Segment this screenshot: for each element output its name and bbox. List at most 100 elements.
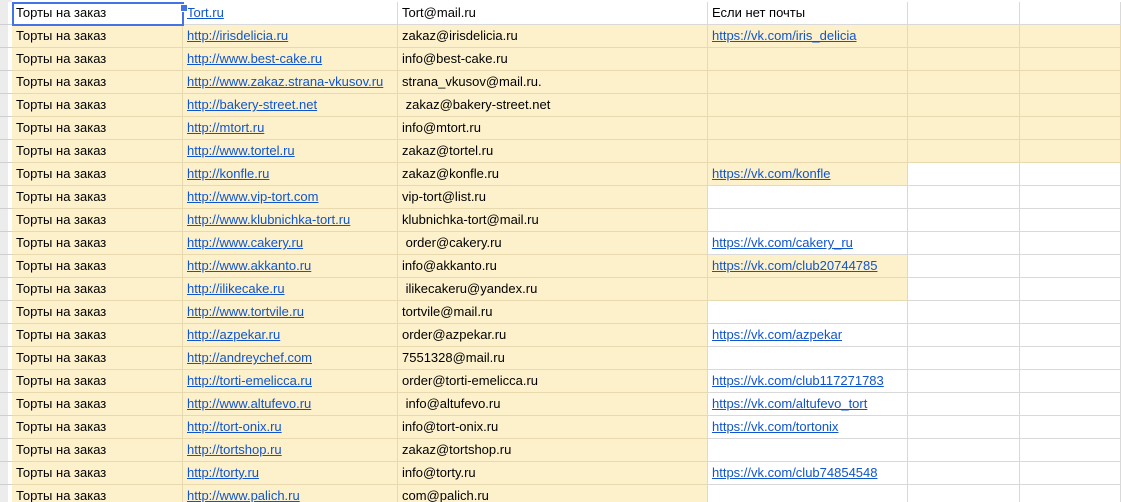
cell-email[interactable]: info@altufevo.ru: [398, 393, 708, 416]
cell-vk-link[interactable]: https://vk.com/iris_delicia: [712, 28, 857, 43]
cell-vk-link[interactable]: https://vk.com/tortonix: [712, 419, 838, 434]
cell-url[interactable]: http://www.tortel.ru: [183, 140, 398, 163]
cell-vk[interactable]: [708, 186, 908, 209]
cell-vk[interactable]: https://vk.com/tortonix: [708, 416, 908, 439]
cell-empty[interactable]: [1020, 255, 1121, 278]
cell-empty[interactable]: [1020, 393, 1121, 416]
cell-url-link[interactable]: http://ilikecake.ru: [187, 281, 285, 296]
cell-vk[interactable]: https://vk.com/konfle: [708, 163, 908, 186]
cell-category[interactable]: Торты на заказ: [12, 71, 183, 94]
cell-empty[interactable]: [1020, 462, 1121, 485]
cell-url[interactable]: Tort.ru: [183, 2, 398, 25]
cell-vk-link[interactable]: https://vk.com/azpekar: [712, 327, 842, 342]
cell-email[interactable]: info@tort-onix.ru: [398, 416, 708, 439]
row-header[interactable]: [0, 347, 12, 370]
row-header[interactable]: [0, 416, 12, 439]
cell-url[interactable]: http://www.akkanto.ru: [183, 255, 398, 278]
cell-empty[interactable]: [1020, 347, 1121, 370]
cell-url-link[interactable]: http://torti-emelicca.ru: [187, 373, 312, 388]
cell-url-link[interactable]: http://www.cakery.ru: [187, 235, 303, 250]
row-header[interactable]: [0, 393, 12, 416]
cell-empty[interactable]: [1020, 416, 1121, 439]
row-header[interactable]: [0, 301, 12, 324]
cell-empty[interactable]: [908, 347, 1020, 370]
cell-url[interactable]: http://www.zakaz.strana-vkusov.ru: [183, 71, 398, 94]
cell-empty[interactable]: [908, 232, 1020, 255]
cell-url[interactable]: http://www.tortvile.ru: [183, 301, 398, 324]
cell-empty[interactable]: [908, 209, 1020, 232]
cell-category[interactable]: Торты на заказ: [12, 255, 183, 278]
cell-vk-link[interactable]: https://vk.com/konfle: [712, 166, 831, 181]
cell-category[interactable]: Торты на заказ: [12, 140, 183, 163]
cell-url[interactable]: http://tortshop.ru: [183, 439, 398, 462]
row-header[interactable]: [0, 209, 12, 232]
row-header[interactable]: [0, 255, 12, 278]
cell-empty[interactable]: [908, 255, 1020, 278]
cell-category[interactable]: Торты на заказ: [12, 117, 183, 140]
cell-url[interactable]: http://andreychef.com: [183, 347, 398, 370]
cell-vk[interactable]: [708, 140, 908, 163]
cell-vk-link[interactable]: https://vk.com/club74854548: [712, 465, 878, 480]
cell-url[interactable]: http://konfle.ru: [183, 163, 398, 186]
cell-empty[interactable]: [908, 140, 1020, 163]
cell-url[interactable]: http://azpekar.ru: [183, 324, 398, 347]
cell-empty[interactable]: [908, 2, 1020, 25]
cell-url[interactable]: http://irisdelicia.ru: [183, 25, 398, 48]
cell-url-link[interactable]: http://www.akkanto.ru: [187, 258, 311, 273]
row-header[interactable]: [0, 117, 12, 140]
cell-url-link[interactable]: http://www.best-cake.ru: [187, 51, 322, 66]
cell-category[interactable]: Торты на заказ: [12, 439, 183, 462]
cell-empty[interactable]: [908, 94, 1020, 117]
cell-email[interactable]: order@torti-emelicca.ru: [398, 370, 708, 393]
cell-url-link[interactable]: http://irisdelicia.ru: [187, 28, 288, 43]
cell-vk[interactable]: https://vk.com/club117271783: [708, 370, 908, 393]
cell-vk[interactable]: https://vk.com/cakery_ru: [708, 232, 908, 255]
cell-url[interactable]: http://www.vip-tort.com: [183, 186, 398, 209]
cell-empty[interactable]: [908, 71, 1020, 94]
cell-empty[interactable]: [908, 278, 1020, 301]
row-header[interactable]: [0, 94, 12, 117]
cell-vk[interactable]: [708, 48, 908, 71]
cell-email[interactable]: zakaz@konfle.ru: [398, 163, 708, 186]
cell-url-link[interactable]: http://azpekar.ru: [187, 327, 280, 342]
cell-vk-link[interactable]: https://vk.com/club20744785: [712, 258, 878, 273]
cell-email[interactable]: order@azpekar.ru: [398, 324, 708, 347]
row-header[interactable]: [0, 232, 12, 255]
cell-empty[interactable]: [908, 117, 1020, 140]
row-header[interactable]: [0, 25, 12, 48]
cell-empty[interactable]: [1020, 71, 1121, 94]
cell-vk[interactable]: [708, 94, 908, 117]
cell-empty[interactable]: [1020, 324, 1121, 347]
cell-empty[interactable]: [908, 163, 1020, 186]
cell-category[interactable]: Торты на заказ: [12, 232, 183, 255]
cell-url[interactable]: http://www.klubnichka-tort.ru: [183, 209, 398, 232]
cell-category[interactable]: Торты на заказ: [12, 462, 183, 485]
cell-url-link[interactable]: http://bakery-street.net: [187, 97, 317, 112]
cell-email[interactable]: strana_vkusov@mail.ru.: [398, 71, 708, 94]
cell-vk[interactable]: [708, 71, 908, 94]
cell-url-link[interactable]: Tort.ru: [187, 5, 224, 20]
cell-empty[interactable]: [908, 301, 1020, 324]
cell-category[interactable]: Торты на заказ: [12, 324, 183, 347]
cell-email[interactable]: zakaz@tortshop.ru: [398, 439, 708, 462]
cell-vk[interactable]: https://vk.com/club20744785: [708, 255, 908, 278]
cell-email[interactable]: info@akkanto.ru: [398, 255, 708, 278]
cell-url-link[interactable]: http://www.tortvile.ru: [187, 304, 304, 319]
cell-url-link[interactable]: http://www.tortel.ru: [187, 143, 295, 158]
cell-url-link[interactable]: http://mtort.ru: [187, 120, 264, 135]
cell-empty[interactable]: [908, 393, 1020, 416]
cell-vk-link[interactable]: https://vk.com/altufevo_tort: [712, 396, 867, 411]
row-header[interactable]: [0, 140, 12, 163]
cell-url[interactable]: http://www.cakery.ru: [183, 232, 398, 255]
cell-url[interactable]: http://bakery-street.net: [183, 94, 398, 117]
cell-email[interactable]: ilikecakeru@yandex.ru: [398, 278, 708, 301]
cell-empty[interactable]: [1020, 2, 1121, 25]
cell-url-link[interactable]: http://konfle.ru: [187, 166, 269, 181]
cell-vk-link[interactable]: https://vk.com/club117271783: [712, 373, 884, 388]
row-header[interactable]: [0, 462, 12, 485]
cell-empty[interactable]: [1020, 278, 1121, 301]
cell-empty[interactable]: [908, 462, 1020, 485]
cell-empty[interactable]: [1020, 232, 1121, 255]
cell-empty[interactable]: [1020, 370, 1121, 393]
cell-empty[interactable]: [1020, 209, 1121, 232]
